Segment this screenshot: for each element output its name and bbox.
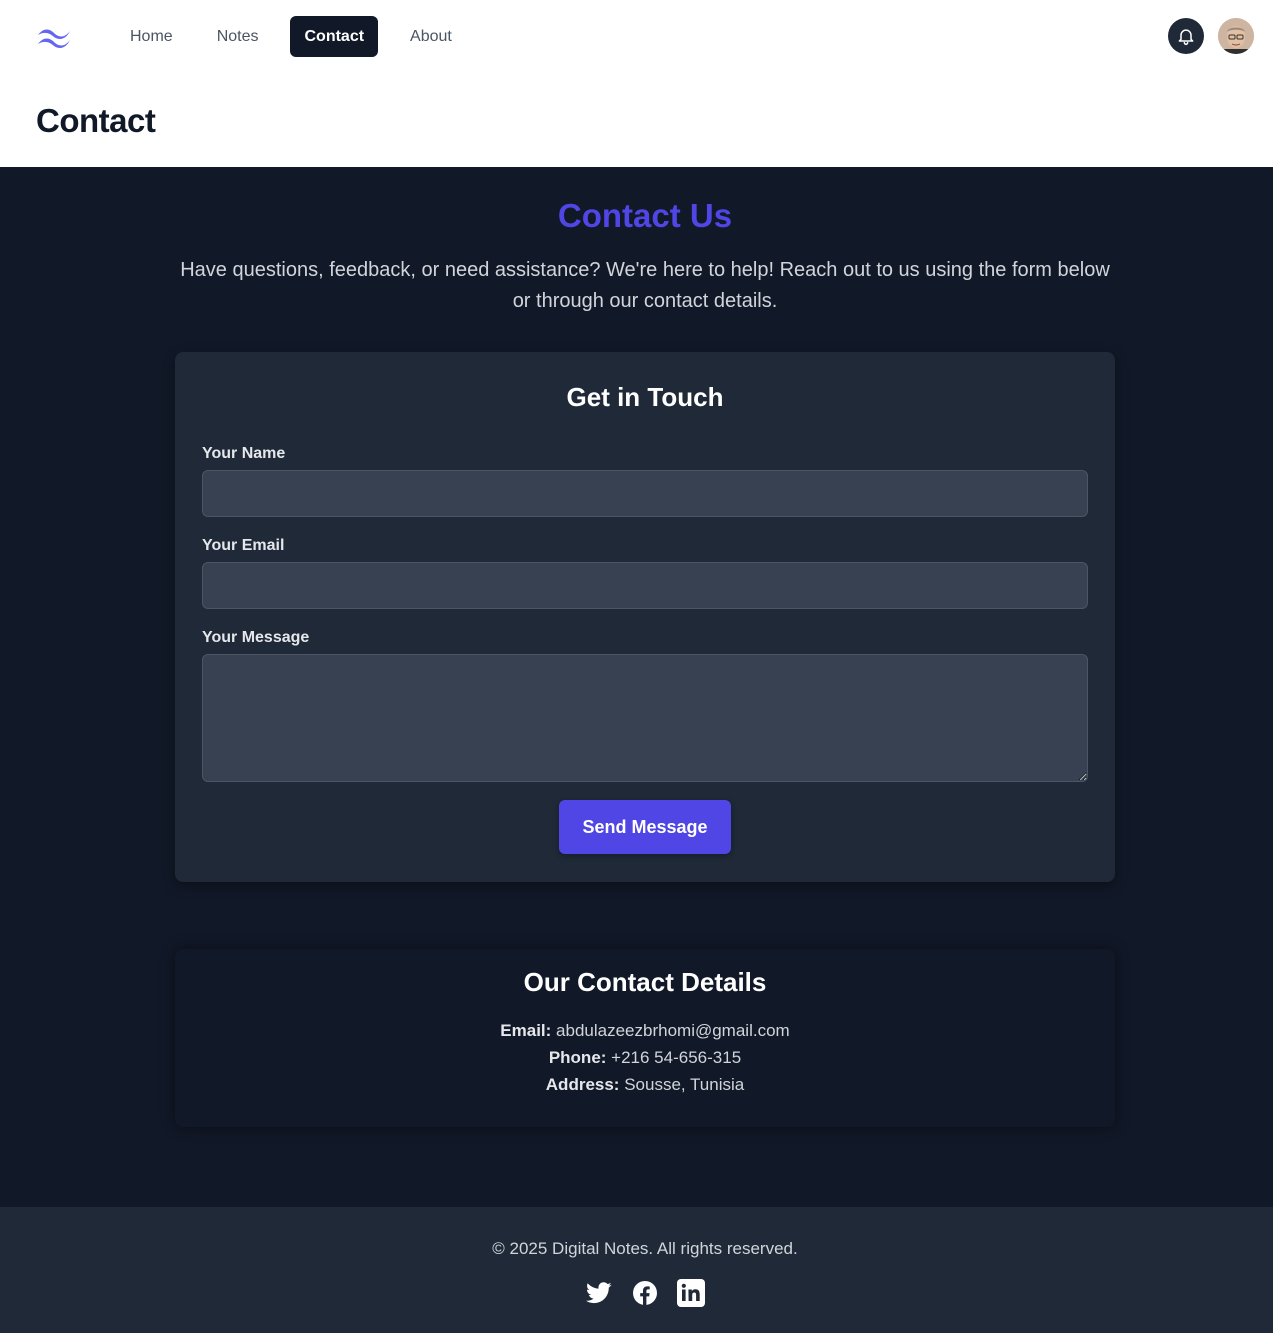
social-links (585, 1279, 705, 1307)
contact-email-value: abdulazeezbrhomi@gmail.com (556, 1021, 790, 1040)
message-label: Your Message (202, 629, 310, 646)
contact-email-line: Email: abdulazeezbrhomi@gmail.com (175, 1021, 1115, 1041)
contact-details-title: Our Contact Details (523, 967, 767, 997)
page-title: Contact (36, 102, 156, 139)
name-input[interactable] (202, 470, 1088, 517)
tailwind-logo-icon[interactable] (36, 24, 72, 48)
site-footer: © 2025 Digital Notes. All rights reserve… (0, 1207, 1273, 1333)
avatar-image-icon (1218, 18, 1254, 54)
nav-link-contact[interactable]: Contact (290, 16, 379, 57)
contact-form-card: Get in Touch Your Name Your Email Your M… (175, 352, 1115, 882)
user-avatar[interactable] (1218, 18, 1254, 54)
notifications-button[interactable] (1168, 18, 1204, 54)
contact-details-card: Our Contact Details Email: abdulazeezbrh… (175, 949, 1115, 1127)
nav-link-notes[interactable]: Notes (203, 16, 273, 57)
linkedin-link[interactable] (677, 1279, 705, 1307)
twitter-icon (586, 1282, 612, 1304)
facebook-link[interactable] (631, 1279, 659, 1307)
copyright-text: © 2025 Digital Notes. All rights reserve… (492, 1239, 798, 1258)
linkedin-icon (677, 1279, 705, 1307)
bell-icon (1178, 29, 1194, 46)
facebook-icon (633, 1281, 657, 1305)
page-header: Contact (0, 74, 1273, 167)
contact-address-value: Sousse, Tunisia (624, 1075, 745, 1094)
form-title: Get in Touch (566, 382, 724, 412)
hero-description: Have questions, feedback, or need assist… (180, 259, 1110, 312)
message-textarea[interactable] (202, 654, 1088, 782)
contact-address-label: Address: (545, 1075, 620, 1094)
hero-title: Contact Us (557, 197, 733, 234)
nav-link-about[interactable]: About (396, 16, 466, 57)
nav-link-home[interactable]: Home (116, 16, 187, 57)
main-content: Contact Us Have questions, feedback, or … (0, 167, 1273, 1207)
contact-email-label: Email: (500, 1021, 552, 1040)
twitter-link[interactable] (585, 1279, 613, 1307)
contact-phone-label: Phone: (548, 1048, 607, 1067)
contact-phone-line: Phone: +216 54-656-315 (175, 1048, 1115, 1068)
main-nav: Home Notes Contact About (116, 16, 470, 57)
contact-phone-value: +216 54-656-315 (611, 1048, 742, 1067)
send-message-button[interactable]: Send Message (559, 800, 731, 854)
email-label: Your Email (202, 537, 285, 554)
contact-address-line: Address: Sousse, Tunisia (175, 1075, 1115, 1095)
email-input[interactable] (202, 562, 1088, 609)
name-label: Your Name (202, 445, 286, 462)
top-navbar: Home Notes Contact About (0, 0, 1273, 74)
